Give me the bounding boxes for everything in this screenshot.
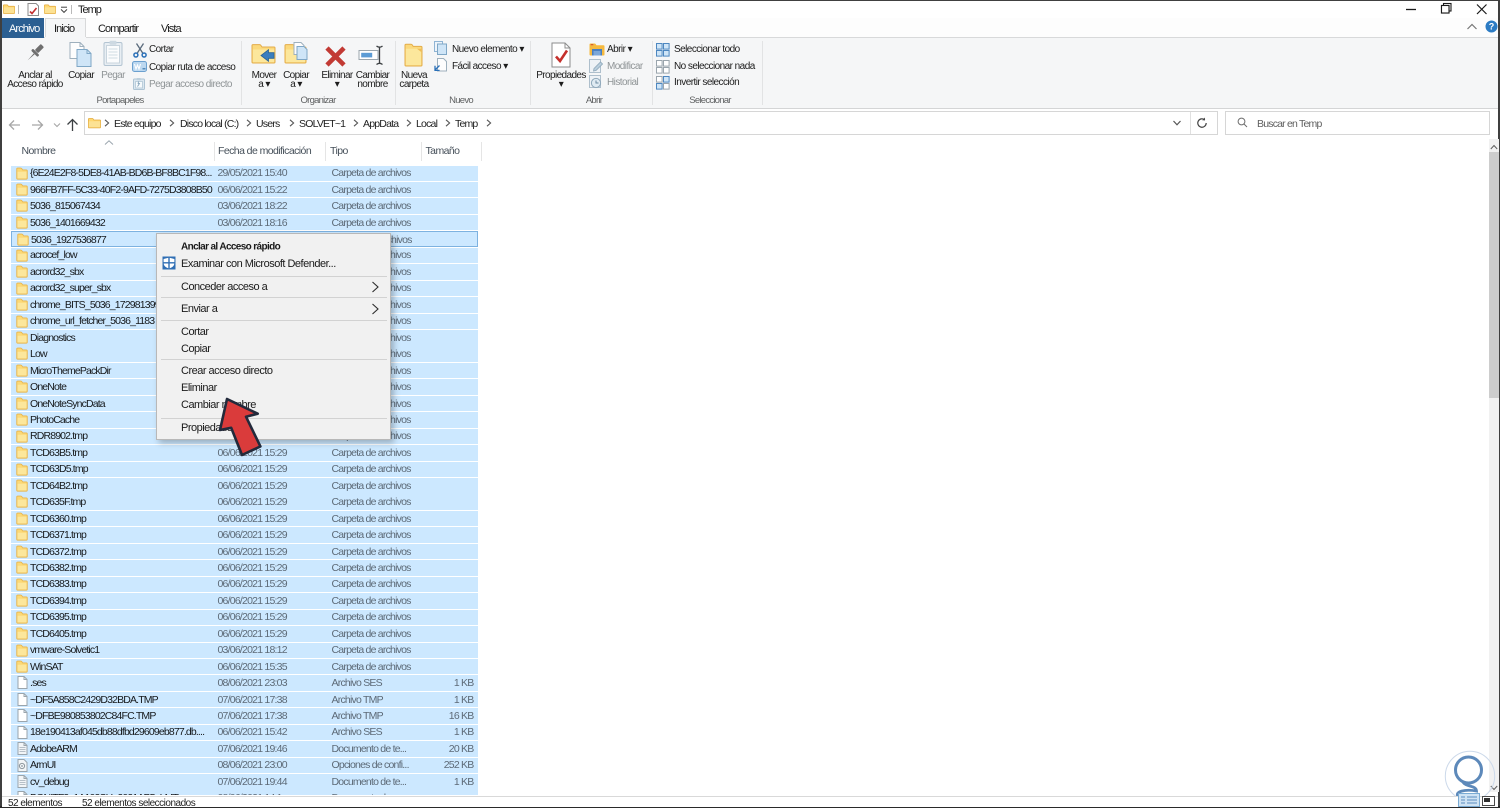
svg-text:?: ? [1489, 22, 1495, 32]
